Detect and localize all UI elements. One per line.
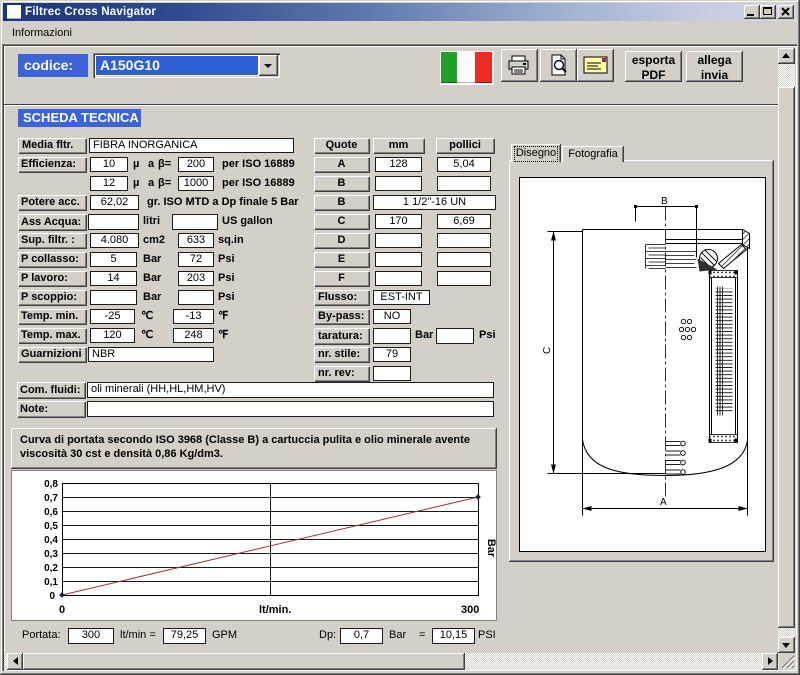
svg-text:B: B bbox=[661, 196, 668, 207]
svg-text:0: 0 bbox=[59, 604, 65, 616]
svg-text:A: A bbox=[660, 497, 667, 508]
svg-text:0,7: 0,7 bbox=[44, 493, 58, 504]
svg-text:0,3: 0,3 bbox=[44, 549, 58, 560]
svg-text:C: C bbox=[542, 347, 553, 354]
svg-text:Bar: Bar bbox=[485, 539, 497, 558]
svg-text:300: 300 bbox=[461, 604, 479, 616]
svg-text:0,6: 0,6 bbox=[44, 507, 58, 518]
svg-text:0,8: 0,8 bbox=[44, 479, 58, 490]
svg-text:lt/min.: lt/min. bbox=[259, 604, 291, 616]
svg-text:0: 0 bbox=[49, 591, 55, 602]
svg-text:0,1: 0,1 bbox=[44, 577, 58, 588]
svg-text:0,5: 0,5 bbox=[44, 521, 58, 532]
svg-text:0,4: 0,4 bbox=[44, 535, 58, 546]
svg-text:0,2: 0,2 bbox=[44, 563, 58, 574]
